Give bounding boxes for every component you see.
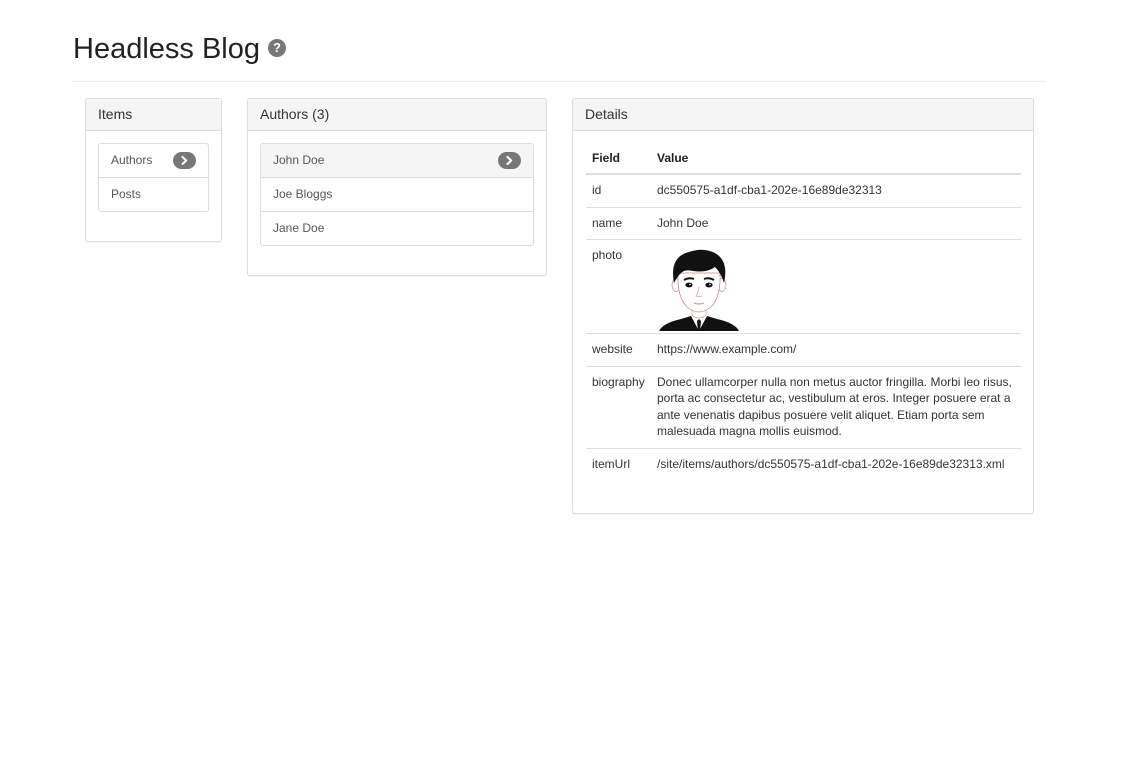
help-icon[interactable]: ? [268, 39, 286, 58]
table-row: id dc550575-a1df-cba1-202e-16e89de32313 [586, 174, 1021, 207]
chevron-right-icon[interactable] [173, 152, 196, 169]
authors-list: John Doe Joe Bloggs Jane Doe [260, 143, 534, 246]
author-item-joe-bloggs[interactable]: Joe Bloggs [261, 178, 533, 212]
field-value: https://www.example.com/ [651, 333, 1021, 366]
list-item-authors[interactable]: Authors [99, 144, 208, 178]
field-name: id [592, 183, 602, 197]
page-header: Headless Blog? [73, 30, 1046, 82]
page-title-text: Headless Blog [73, 33, 260, 65]
table-header-row: Field Value [586, 143, 1021, 175]
field-value-photo [651, 239, 1021, 334]
field-value: dc550575-a1df-cba1-202e-16e89de32313 [657, 183, 882, 197]
details-panel-title: Details [573, 99, 1033, 131]
field-value: /site/items/authors/dc550575-a1df-cba1-2… [651, 447, 1021, 480]
authors-panel: Authors (3) John Doe Joe Bloggs Jane Doe [247, 98, 547, 276]
column-header-value: Value [651, 143, 1021, 175]
field-value: Donec ullamcorper nulla non metus auctor… [651, 365, 1021, 448]
author-item-john-doe[interactable]: John Doe [261, 144, 533, 178]
table-row: website https://www.example.com/ [586, 333, 1021, 366]
list-item-label: Posts [111, 187, 142, 201]
details-table: Field Value id dc550575-a1df-cba1-202e-1… [586, 143, 1021, 480]
page-title: Headless Blog? [73, 30, 286, 68]
authors-panel-title: Authors (3) [248, 99, 546, 131]
column-header-field: Field [586, 143, 651, 175]
items-panel: Items Authors Posts [85, 98, 222, 242]
author-item-jane-doe[interactable]: Jane Doe [261, 212, 533, 245]
man-avatar-photo [659, 249, 739, 331]
table-row: itemUrl /site/items/authors/dc550575-a1d… [586, 447, 1021, 480]
field-name: photo [586, 239, 651, 334]
field-name: name [586, 206, 651, 240]
list-item-label: Jane Doe [273, 221, 325, 235]
chevron-right-icon[interactable] [498, 152, 521, 169]
items-list: Authors Posts [98, 143, 209, 212]
list-item-label: John Doe [273, 153, 325, 167]
table-row: biography Donec ullamcorper nulla non me… [586, 365, 1021, 448]
items-panel-title: Items [86, 99, 221, 131]
field-name: website [586, 333, 651, 366]
field-name: biography [586, 365, 651, 448]
field-name: itemUrl [586, 447, 651, 480]
table-row: name John Doe [586, 206, 1021, 240]
table-row: photo [586, 239, 1021, 334]
details-panel: Details Field Value id dc550575-a1df-cba… [572, 98, 1034, 514]
list-item-label: Joe Bloggs [273, 187, 333, 201]
list-item-posts[interactable]: Posts [99, 178, 208, 211]
list-item-label: Authors [111, 153, 153, 167]
field-value: John Doe [651, 206, 1021, 240]
